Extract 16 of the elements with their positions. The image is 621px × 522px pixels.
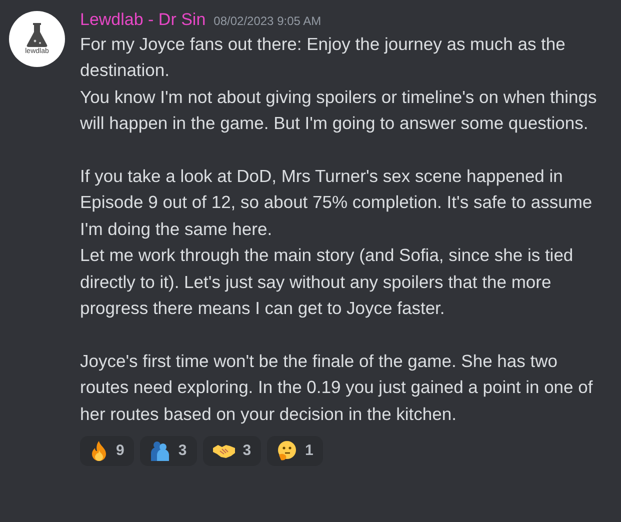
message-text: You know I'm not about giving spoilers or timeline's on when things will happen in the game. But I'm going to answer some questions. (80, 86, 598, 136)
timestamp: 08/02/2023 9:05 AM (214, 13, 322, 30)
message-text: If you take a look at DoD, Mrs Turner's sex scene happened in Episode 9 out of 12, so about 75% completion. It's safe to assume I'm doing the same here. (80, 165, 594, 241)
message-text: Joyce's first time won't be the finale of the game. She has two routes need exploring. In the 0.19 you just gained a point in one of her routes based on your decision in the kitchen. (80, 350, 594, 426)
handshake-icon (212, 443, 235, 460)
reaction-button[interactable]: 1 (267, 436, 324, 466)
reaction-button[interactable]: 3 (202, 436, 262, 466)
flask-icon (26, 22, 48, 48)
message-text: For my Joyce fans out there: Enjoy the journey as much as the destination. (80, 33, 566, 82)
fire-icon (90, 441, 108, 462)
author-name[interactable]: Lewdlab - Dr Sin (80, 7, 206, 32)
reaction-button[interactable]: 9 (80, 436, 134, 466)
thinking-emoji-icon (277, 441, 298, 462)
hugging-figures-icon (150, 441, 170, 462)
message-text: Let me work through the main story (and Sofia, since she is tied directly to it). Let's just say without any spoilers that the more progress there means I can get to Joyce faster. (80, 244, 574, 320)
reaction-button[interactable]: 3 (140, 436, 197, 466)
